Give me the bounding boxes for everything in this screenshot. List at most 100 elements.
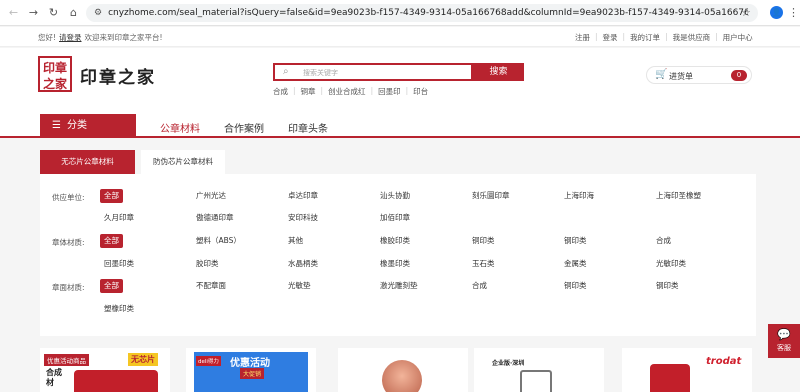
category-label: 分类 [66, 120, 87, 131]
home-icon[interactable]: ⌂ [66, 6, 81, 19]
menu-kebab-icon[interactable]: ⋮ [788, 6, 799, 19]
product-card[interactable]: trodat [622, 348, 752, 392]
hotword[interactable]: 印台 [413, 86, 428, 97]
filter-all-button[interactable]: 全部 [100, 234, 123, 248]
search-button[interactable]: 搜索 [473, 63, 524, 81]
filter-option[interactable]: 水晶柄类 [288, 257, 318, 271]
product-card[interactable]: 企业版·深圳 [474, 348, 604, 392]
nav-cases[interactable]: 合作案例 [224, 120, 264, 135]
filter-option[interactable]: 塑料（ABS） [196, 234, 241, 248]
filter-label: 章面材质: [52, 283, 85, 292]
filter-option[interactable]: 合成 [656, 234, 671, 248]
supplier-link[interactable]: 我是供应商 [673, 32, 711, 43]
filter-option[interactable]: 卓达印章 [288, 189, 318, 203]
brand-logo: deli得力 [196, 356, 221, 366]
bookmark-star-icon[interactable]: ☆ [741, 6, 751, 19]
filter-option[interactable]: 橡胶印类 [380, 234, 410, 248]
register-link[interactable]: 注册 [575, 32, 590, 43]
logo-mark[interactable]: 印章 之家 [38, 56, 72, 92]
product-label: 企业版·深圳 [492, 360, 525, 367]
promo-badge: 无芯片 [128, 353, 158, 366]
filter-option[interactable]: 上海印圣橡塑 [656, 189, 701, 203]
filter-option[interactable]: 回墨印类 [104, 257, 134, 271]
promo-subtitle: 合成材 [46, 368, 62, 387]
filter-option[interactable]: 橡墨印类 [380, 257, 410, 271]
filter-row-body-material: 章体材质: 全部 塑料（ABS） 其他 橡胶印类 铜印类 钢印类 合成 [40, 233, 756, 249]
product-card[interactable] [338, 348, 468, 392]
service-label: 客服 [777, 344, 791, 352]
filter-option[interactable]: 光敏垫 [288, 279, 311, 293]
main-nav: ☰ 分类 公章材料 合作案例 印章头条 [0, 114, 800, 138]
product-card[interactable]: deli得力 优惠活动 大促销 [186, 348, 316, 392]
filter-option[interactable]: 加佰印章 [380, 211, 410, 225]
filter-option[interactable]: 金属类 [564, 257, 587, 271]
filter-option[interactable]: 玉石类 [472, 257, 495, 271]
hotword[interactable]: 创业合成红 [328, 86, 366, 97]
filter-option[interactable]: 钢印类 [656, 279, 679, 293]
filter-row-supplier-2: 久月印章 傲德通印章 安印科技 加佰印章 [40, 210, 756, 226]
filter-option[interactable]: 光敏印类 [656, 257, 686, 271]
nav-seal-material[interactable]: 公章材料 [160, 120, 200, 135]
top-info-bar: 您好! 请登录 欢迎来到印章之家平台! 注册 | 登录 | 我的订单 | 我是供应商 | 用… [0, 27, 800, 47]
account-links: 注册 | 登录 | 我的订单 | 我是供应商 | 用户中心 [575, 32, 753, 43]
hotword[interactable]: 回墨印 [378, 86, 401, 97]
nav-headlines[interactable]: 印章头条 [288, 120, 328, 135]
filter-option[interactable]: 其他 [288, 234, 303, 248]
cart-button[interactable]: 🛒 进货单 0 [646, 66, 752, 84]
filter-option[interactable]: 激光雕刻垫 [380, 279, 418, 293]
customer-service-button[interactable]: 💬 客服 [768, 324, 800, 358]
profile-avatar-icon[interactable]: 👤 [770, 6, 783, 19]
cart-icon: 🛒 [655, 69, 668, 80]
welcome-text: 欢迎来到印章之家平台! [84, 33, 163, 42]
filter-option[interactable]: 塑橡印类 [104, 302, 134, 316]
greeting: 您好! 请登录 欢迎来到印章之家平台! [38, 32, 163, 43]
filter-option[interactable]: 合成 [472, 279, 487, 293]
filter-option[interactable]: 不配章面 [196, 279, 226, 293]
product-image [382, 360, 422, 392]
category-button[interactable]: ☰ 分类 [40, 114, 136, 138]
site-header: 印章 之家 印章之家 ⌕ 搜索关键字 搜索 合成 | 铜章 | 创业合成红 | 回墨印 |… [0, 48, 800, 114]
filter-row-supplier: 供应单位: 全部 广州光达 卓达印章 汕头协勤 刻乐圜印章 上海印海 上海印圣橡… [40, 188, 756, 204]
filter-all-button[interactable]: 全部 [100, 189, 123, 203]
material-tabs: 无芯片公章材料 防伪芯片公章材料 [40, 150, 231, 174]
filter-label: 章体材质: [52, 238, 85, 247]
filter-option[interactable]: 汕头协勤 [380, 189, 410, 203]
filter-option[interactable]: 钢印类 [564, 234, 587, 248]
tab-anti-counterfeit-chip[interactable]: 防伪芯片公章材料 [141, 150, 225, 174]
filter-option[interactable]: 铜印类 [564, 279, 587, 293]
search-input[interactable]: 搜索关键字 [303, 68, 338, 78]
filter-option[interactable]: 刻乐圜印章 [472, 189, 510, 203]
my-orders-link[interactable]: 我的订单 [630, 32, 660, 43]
filter-label: 供应单位: [52, 193, 85, 202]
logo-text[interactable]: 印章之家 [80, 63, 156, 88]
filter-option[interactable]: 铜印类 [472, 234, 495, 248]
promo-tag: 优惠活动商品 [44, 354, 89, 366]
product-card[interactable]: 优惠活动商品 无芯片 合成材 [40, 348, 170, 392]
address-bar[interactable]: ⚙ cnyzhome.com/seal_material?isQuery=fal… [86, 4, 758, 22]
hotword[interactable]: 铜章 [301, 86, 316, 97]
login-link[interactable]: 请登录 [59, 33, 82, 42]
hello-text: 您好! [38, 33, 57, 42]
forward-icon[interactable]: → [26, 6, 41, 19]
filter-panel: 供应单位: 全部 广州光达 卓达印章 汕头协勤 刻乐圜印章 上海印海 上海印圣橡… [40, 174, 756, 336]
site-info-icon[interactable]: ⚙ [94, 8, 102, 18]
user-center-link[interactable]: 用户中心 [723, 32, 753, 43]
filter-row-body-material-2: 回墨印类 胶印类 水晶柄类 橡墨印类 玉石类 金属类 光敏印类 [40, 256, 756, 272]
filter-all-button[interactable]: 全部 [100, 279, 123, 293]
filter-option[interactable]: 胶印类 [196, 257, 219, 271]
filter-option[interactable]: 傲德通印章 [196, 211, 234, 225]
search-box[interactable]: ⌕ 搜索关键字 [273, 63, 473, 81]
login-top-link[interactable]: 登录 [603, 32, 618, 43]
reload-icon[interactable]: ↻ [46, 6, 61, 19]
product-image [520, 370, 552, 392]
filter-option[interactable]: 上海印海 [564, 189, 594, 203]
filter-option[interactable]: 久月印章 [104, 211, 134, 225]
filter-option[interactable]: 安印科技 [288, 211, 318, 225]
hotword[interactable]: 合成 [273, 86, 288, 97]
browser-toolbar: ← → ↻ ⌂ ⚙ cnyzhome.com/seal_material?isQ… [0, 0, 800, 26]
filter-row-face-material-2: 塑橡印类 [40, 301, 756, 317]
back-icon[interactable]: ← [6, 6, 21, 19]
filter-option[interactable]: 广州光达 [196, 189, 226, 203]
tab-no-chip[interactable]: 无芯片公章材料 [40, 150, 135, 174]
brand-logo: trodat [706, 356, 742, 367]
